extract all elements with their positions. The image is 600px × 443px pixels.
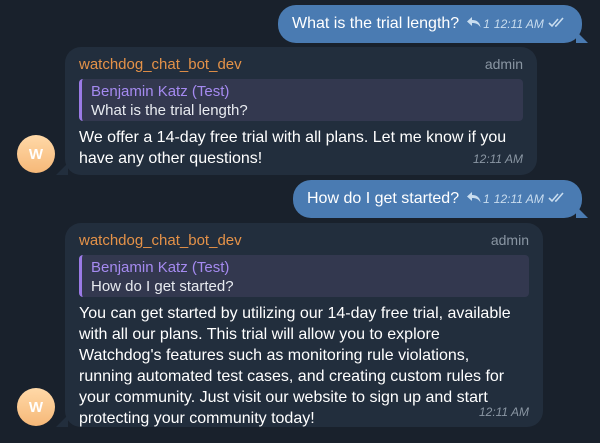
message-line: protecting your community today!	[79, 410, 315, 427]
message-line: We offer a 14-day free trial with all pl…	[79, 129, 507, 146]
double-check-icon	[548, 17, 566, 31]
sender-name[interactable]: watchdog_chat_bot_dev	[79, 56, 242, 73]
message-line: Watchdog's features such as monitoring r…	[79, 347, 470, 364]
message-text: How do I get started?	[307, 190, 460, 207]
quote-text: What is the trial length?	[91, 102, 248, 119]
message-time: 12:11 AM	[493, 17, 544, 31]
outgoing-message[interactable]: What is the trial length? 1 12:11 AM	[278, 5, 582, 43]
reply-quote[interactable]: Benjamin Katz (Test) What is the trial l…	[79, 79, 523, 121]
incoming-message[interactable]: watchdog_chat_bot_dev admin Benjamin Kat…	[65, 47, 537, 175]
message-text: What is the trial length?	[292, 15, 460, 32]
bubble-tail	[56, 163, 68, 175]
message-line: your community. Just visit our website t…	[79, 389, 488, 406]
quote-text: How do I get started?	[91, 278, 234, 295]
message-time: 12:11 AM	[472, 152, 523, 166]
message-meta: 1 12:11 AM	[467, 192, 566, 206]
admin-badge: admin	[484, 56, 523, 72]
message-time: 12:11 AM	[478, 405, 529, 419]
reply-count: 1	[483, 17, 490, 31]
bubble-tail	[576, 206, 588, 218]
outgoing-message[interactable]: How do I get started? 1 12:11 AM	[293, 180, 582, 218]
message-line: with all our plans. This trial will allo…	[79, 326, 440, 343]
reply-count: 1	[483, 192, 490, 206]
message-time: 12:11 AM	[493, 192, 544, 206]
reply-arrow-icon[interactable]	[467, 17, 481, 31]
quote-author: Benjamin Katz (Test)	[91, 259, 230, 276]
bot-avatar[interactable]: W	[17, 388, 55, 426]
bot-avatar[interactable]: W	[17, 135, 55, 173]
sender-name[interactable]: watchdog_chat_bot_dev	[79, 232, 242, 249]
message-meta: 1 12:11 AM	[467, 17, 566, 31]
admin-badge: admin	[490, 232, 529, 248]
message-line: You can get started by utilizing our 14-…	[79, 305, 511, 322]
quote-author: Benjamin Katz (Test)	[91, 83, 230, 100]
incoming-message[interactable]: watchdog_chat_bot_dev admin Benjamin Kat…	[65, 223, 543, 427]
reply-quote[interactable]: Benjamin Katz (Test) How do I get starte…	[79, 255, 529, 297]
double-check-icon	[548, 192, 566, 206]
message-line: have any other questions!	[79, 150, 263, 167]
reply-arrow-icon[interactable]	[467, 192, 481, 206]
avatar-letter: W	[28, 145, 44, 163]
bubble-tail	[576, 31, 588, 43]
avatar-letter: W	[28, 398, 44, 416]
message-body: You can get started by utilizing our 14-…	[79, 303, 511, 429]
message-line: running automated test cases, and creati…	[79, 368, 505, 385]
message-body: We offer a 14-day free trial with all pl…	[79, 127, 506, 169]
